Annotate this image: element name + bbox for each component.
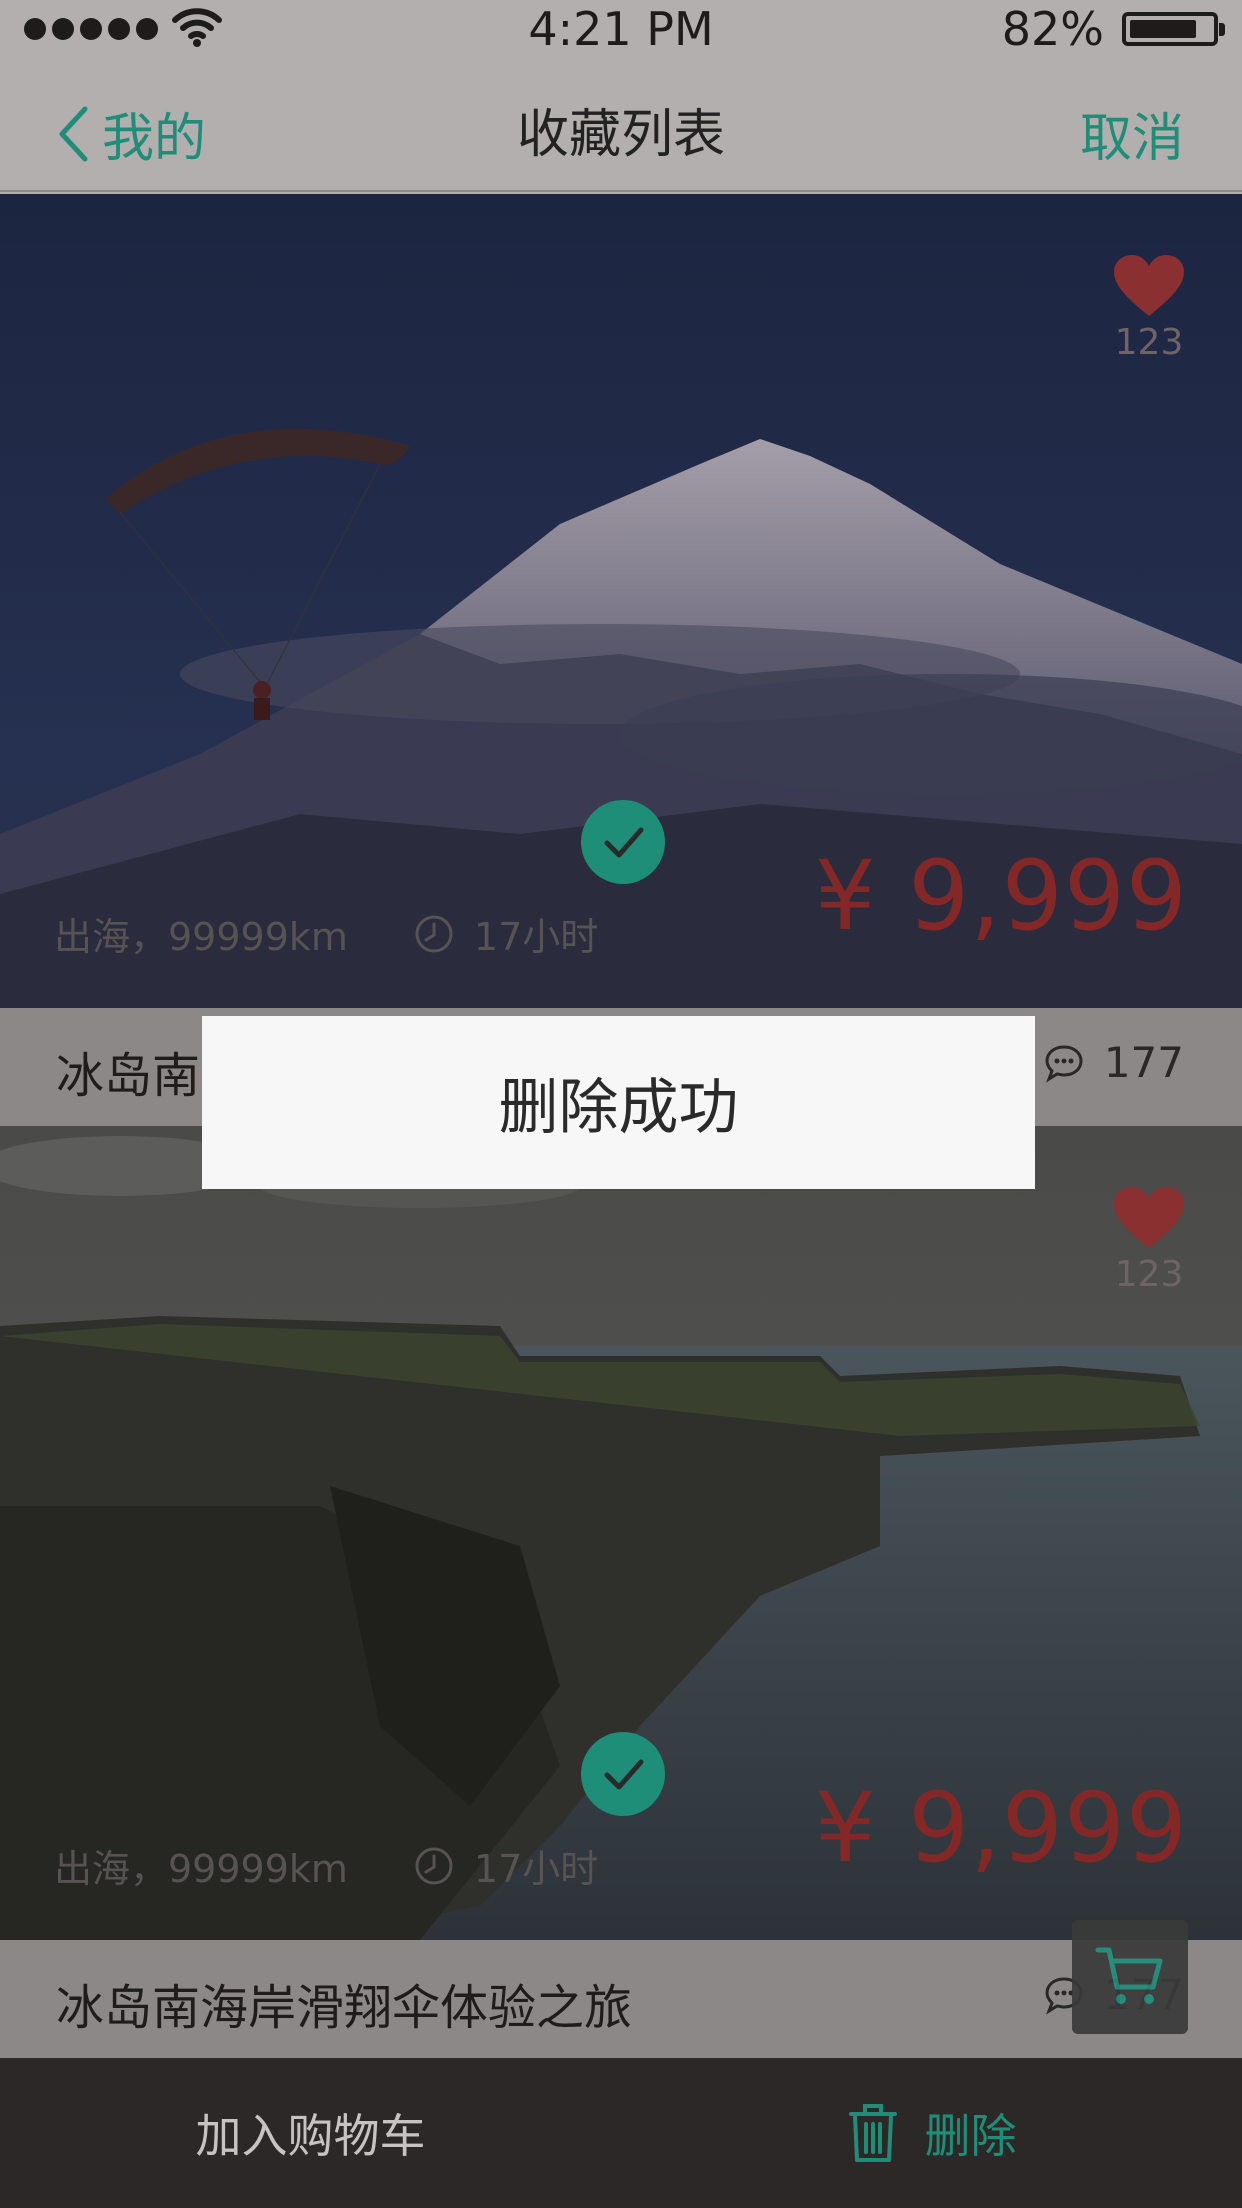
bottom-action-bar: 加入购物车 删除 xyxy=(0,2058,1242,2208)
cart-button[interactable] xyxy=(1072,1920,1188,2034)
battery-percent: 82% xyxy=(1001,2,1104,56)
card-image-paragliding-mountain: 123 出海，99999km 17小时 ¥ 9,999 xyxy=(0,194,1242,1008)
like-count: 123 xyxy=(1114,322,1184,363)
trip-price: ¥ 9,999 xyxy=(814,1772,1188,1884)
delete-label: 删除 xyxy=(924,2109,1017,2163)
toast-message: 删除成功 xyxy=(498,1073,739,1143)
like-count: 123 xyxy=(1114,1254,1184,1295)
add-to-cart-button[interactable]: 加入购物车 xyxy=(0,2058,621,2208)
trip-title: 冰岛南海岸滑翔伞体验之旅 xyxy=(56,1980,633,2036)
add-to-cart-label: 加入购物车 xyxy=(195,2109,426,2163)
trip-duration: 17小时 xyxy=(473,1847,599,1891)
card-info: 冰岛南海岸滑翔伞体验之旅 177 xyxy=(0,1940,1242,2058)
trip-meta: 出海，99999km 17小时 xyxy=(54,906,598,961)
like-button[interactable]: 123 xyxy=(1112,254,1186,363)
selected-check-icon[interactable] xyxy=(581,1732,665,1816)
heart-icon xyxy=(1114,255,1184,316)
clock-icon xyxy=(415,915,453,952)
cancel-button[interactable]: 取消 xyxy=(1080,96,1184,171)
navigation-bar: 我的 收藏列表 取消 xyxy=(0,58,1242,192)
clock-icon xyxy=(415,1847,453,1884)
comment-count: 177 xyxy=(1044,1038,1184,1087)
trash-icon xyxy=(848,2104,897,2162)
comment-count-value: 177 xyxy=(1103,1038,1184,1087)
favorite-card[interactable]: 123 出海，99999km 17小时 ¥ 9,999 冰岛南 177 xyxy=(0,194,1242,1126)
status-bar: 4:21 PM 82% xyxy=(0,0,1242,58)
page-title: 收藏列表 xyxy=(516,105,725,165)
like-button[interactable]: 123 xyxy=(1112,1186,1186,1295)
delete-button[interactable]: 删除 xyxy=(621,2058,1242,2208)
delete-success-toast: 删除成功 xyxy=(202,1016,1035,1189)
trip-meta: 出海，99999km 17小时 xyxy=(54,1838,598,1893)
heart-icon xyxy=(1114,1187,1184,1248)
favorite-card[interactable]: 123 出海，99999km 17小时 ¥ 9,999 冰岛南海岸滑翔伞体验之旅… xyxy=(0,1126,1242,2058)
trip-price: ¥ 9,999 xyxy=(814,840,1188,952)
comment-bubble-icon xyxy=(1045,1044,1083,1083)
selected-check-icon[interactable] xyxy=(581,800,665,884)
trip-title: 冰岛南 xyxy=(56,1048,201,1104)
battery-icon xyxy=(1122,12,1225,46)
trip-distance: 出海，99999km xyxy=(54,915,348,959)
shopping-cart-icon xyxy=(1095,1947,1163,2004)
trip-distance: 出海，99999km xyxy=(54,1847,348,1891)
trip-duration: 17小时 xyxy=(473,915,599,959)
card-image-sea-cliffs: 123 出海，99999km 17小时 ¥ 9,999 xyxy=(0,1126,1242,1940)
